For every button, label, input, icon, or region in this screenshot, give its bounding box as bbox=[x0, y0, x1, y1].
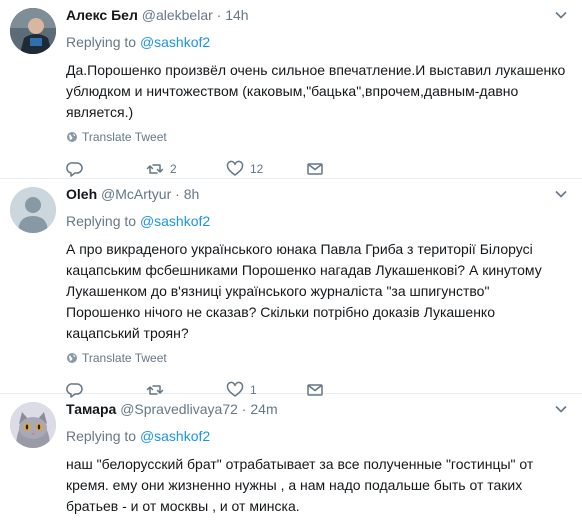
direct-message-button[interactable] bbox=[306, 160, 386, 178]
translate-tweet-link[interactable]: Translate Tweet bbox=[66, 129, 570, 145]
tweet-header: Алекс Бел @alekbelar · 14h bbox=[66, 6, 570, 24]
like-count: 12 bbox=[250, 162, 264, 176]
replying-to-link[interactable]: @sashkof2 bbox=[140, 428, 210, 444]
retweet-count: 2 bbox=[170, 162, 177, 176]
replying-label: Replying to bbox=[66, 428, 140, 444]
retweet-icon bbox=[146, 164, 164, 174]
author-handle[interactable]: @alekbelar bbox=[142, 7, 213, 23]
tweet-text: наш "белорусский брат" отрабатывает за в… bbox=[66, 456, 534, 514]
separator: · bbox=[171, 186, 184, 202]
tweet-header: Oleh @McArtyur · 8h bbox=[66, 185, 570, 203]
avatar[interactable] bbox=[10, 402, 56, 448]
like-icon bbox=[226, 160, 244, 176]
separator: · bbox=[237, 401, 251, 417]
avatar[interactable] bbox=[10, 187, 56, 233]
like-button[interactable]: 12 bbox=[226, 160, 306, 178]
caret-down-icon[interactable] bbox=[554, 187, 568, 201]
replying-label: Replying to bbox=[66, 34, 140, 50]
caret-down-icon[interactable] bbox=[554, 402, 568, 416]
tweet-text: А про викраденого українського юнака Пав… bbox=[66, 241, 542, 341]
replying-to: Replying to @sashkof2 bbox=[66, 212, 570, 230]
translate-label: Translate Tweet bbox=[82, 130, 167, 144]
author-name[interactable]: Тамара bbox=[66, 401, 116, 417]
translate-label: Translate Tweet bbox=[82, 351, 167, 365]
timestamp[interactable]: 14h bbox=[225, 7, 248, 23]
replying-to-link[interactable]: @sashkof2 bbox=[140, 213, 210, 229]
timestamp[interactable]: 8h bbox=[184, 186, 200, 202]
globe-icon bbox=[67, 353, 77, 363]
reply-icon bbox=[66, 162, 83, 177]
tweet-actions: 2 12 bbox=[66, 159, 570, 179]
author-handle[interactable]: @McArtyur bbox=[101, 186, 171, 202]
replying-to: Replying to @sashkof2 bbox=[66, 427, 570, 445]
tweet[interactable]: Тамара @Spravedlivaya72 · 24m Replying t… bbox=[0, 394, 582, 524]
tweet-header: Тамара @Spravedlivaya72 · 24m bbox=[66, 400, 570, 418]
tweet[interactable]: Oleh @McArtyur · 8h Replying to @sashkof… bbox=[0, 179, 582, 398]
author-name[interactable]: Oleh bbox=[66, 186, 97, 202]
retweet-button[interactable]: 2 bbox=[146, 160, 226, 178]
reply-button[interactable] bbox=[66, 160, 146, 178]
timestamp[interactable]: 24m bbox=[250, 401, 277, 417]
replying-label: Replying to bbox=[66, 213, 140, 229]
replying-to: Replying to @sashkof2 bbox=[66, 33, 570, 51]
message-icon bbox=[307, 163, 323, 175]
globe-icon bbox=[67, 132, 77, 142]
avatar[interactable] bbox=[10, 8, 56, 54]
separator: · bbox=[212, 7, 226, 23]
tweet-text: Да.Порошенко произвёл очень сильное впеч… bbox=[66, 62, 566, 120]
caret-down-icon[interactable] bbox=[554, 8, 568, 22]
replying-to-link[interactable]: @sashkof2 bbox=[140, 34, 210, 50]
translate-tweet-link[interactable]: Translate Tweet bbox=[66, 350, 570, 366]
tweet[interactable]: Алекс Бел @alekbelar · 14h Replying to @… bbox=[0, 0, 582, 179]
author-name[interactable]: Алекс Бел bbox=[66, 7, 138, 23]
author-handle[interactable]: @Spravedlivaya72 bbox=[120, 401, 238, 417]
